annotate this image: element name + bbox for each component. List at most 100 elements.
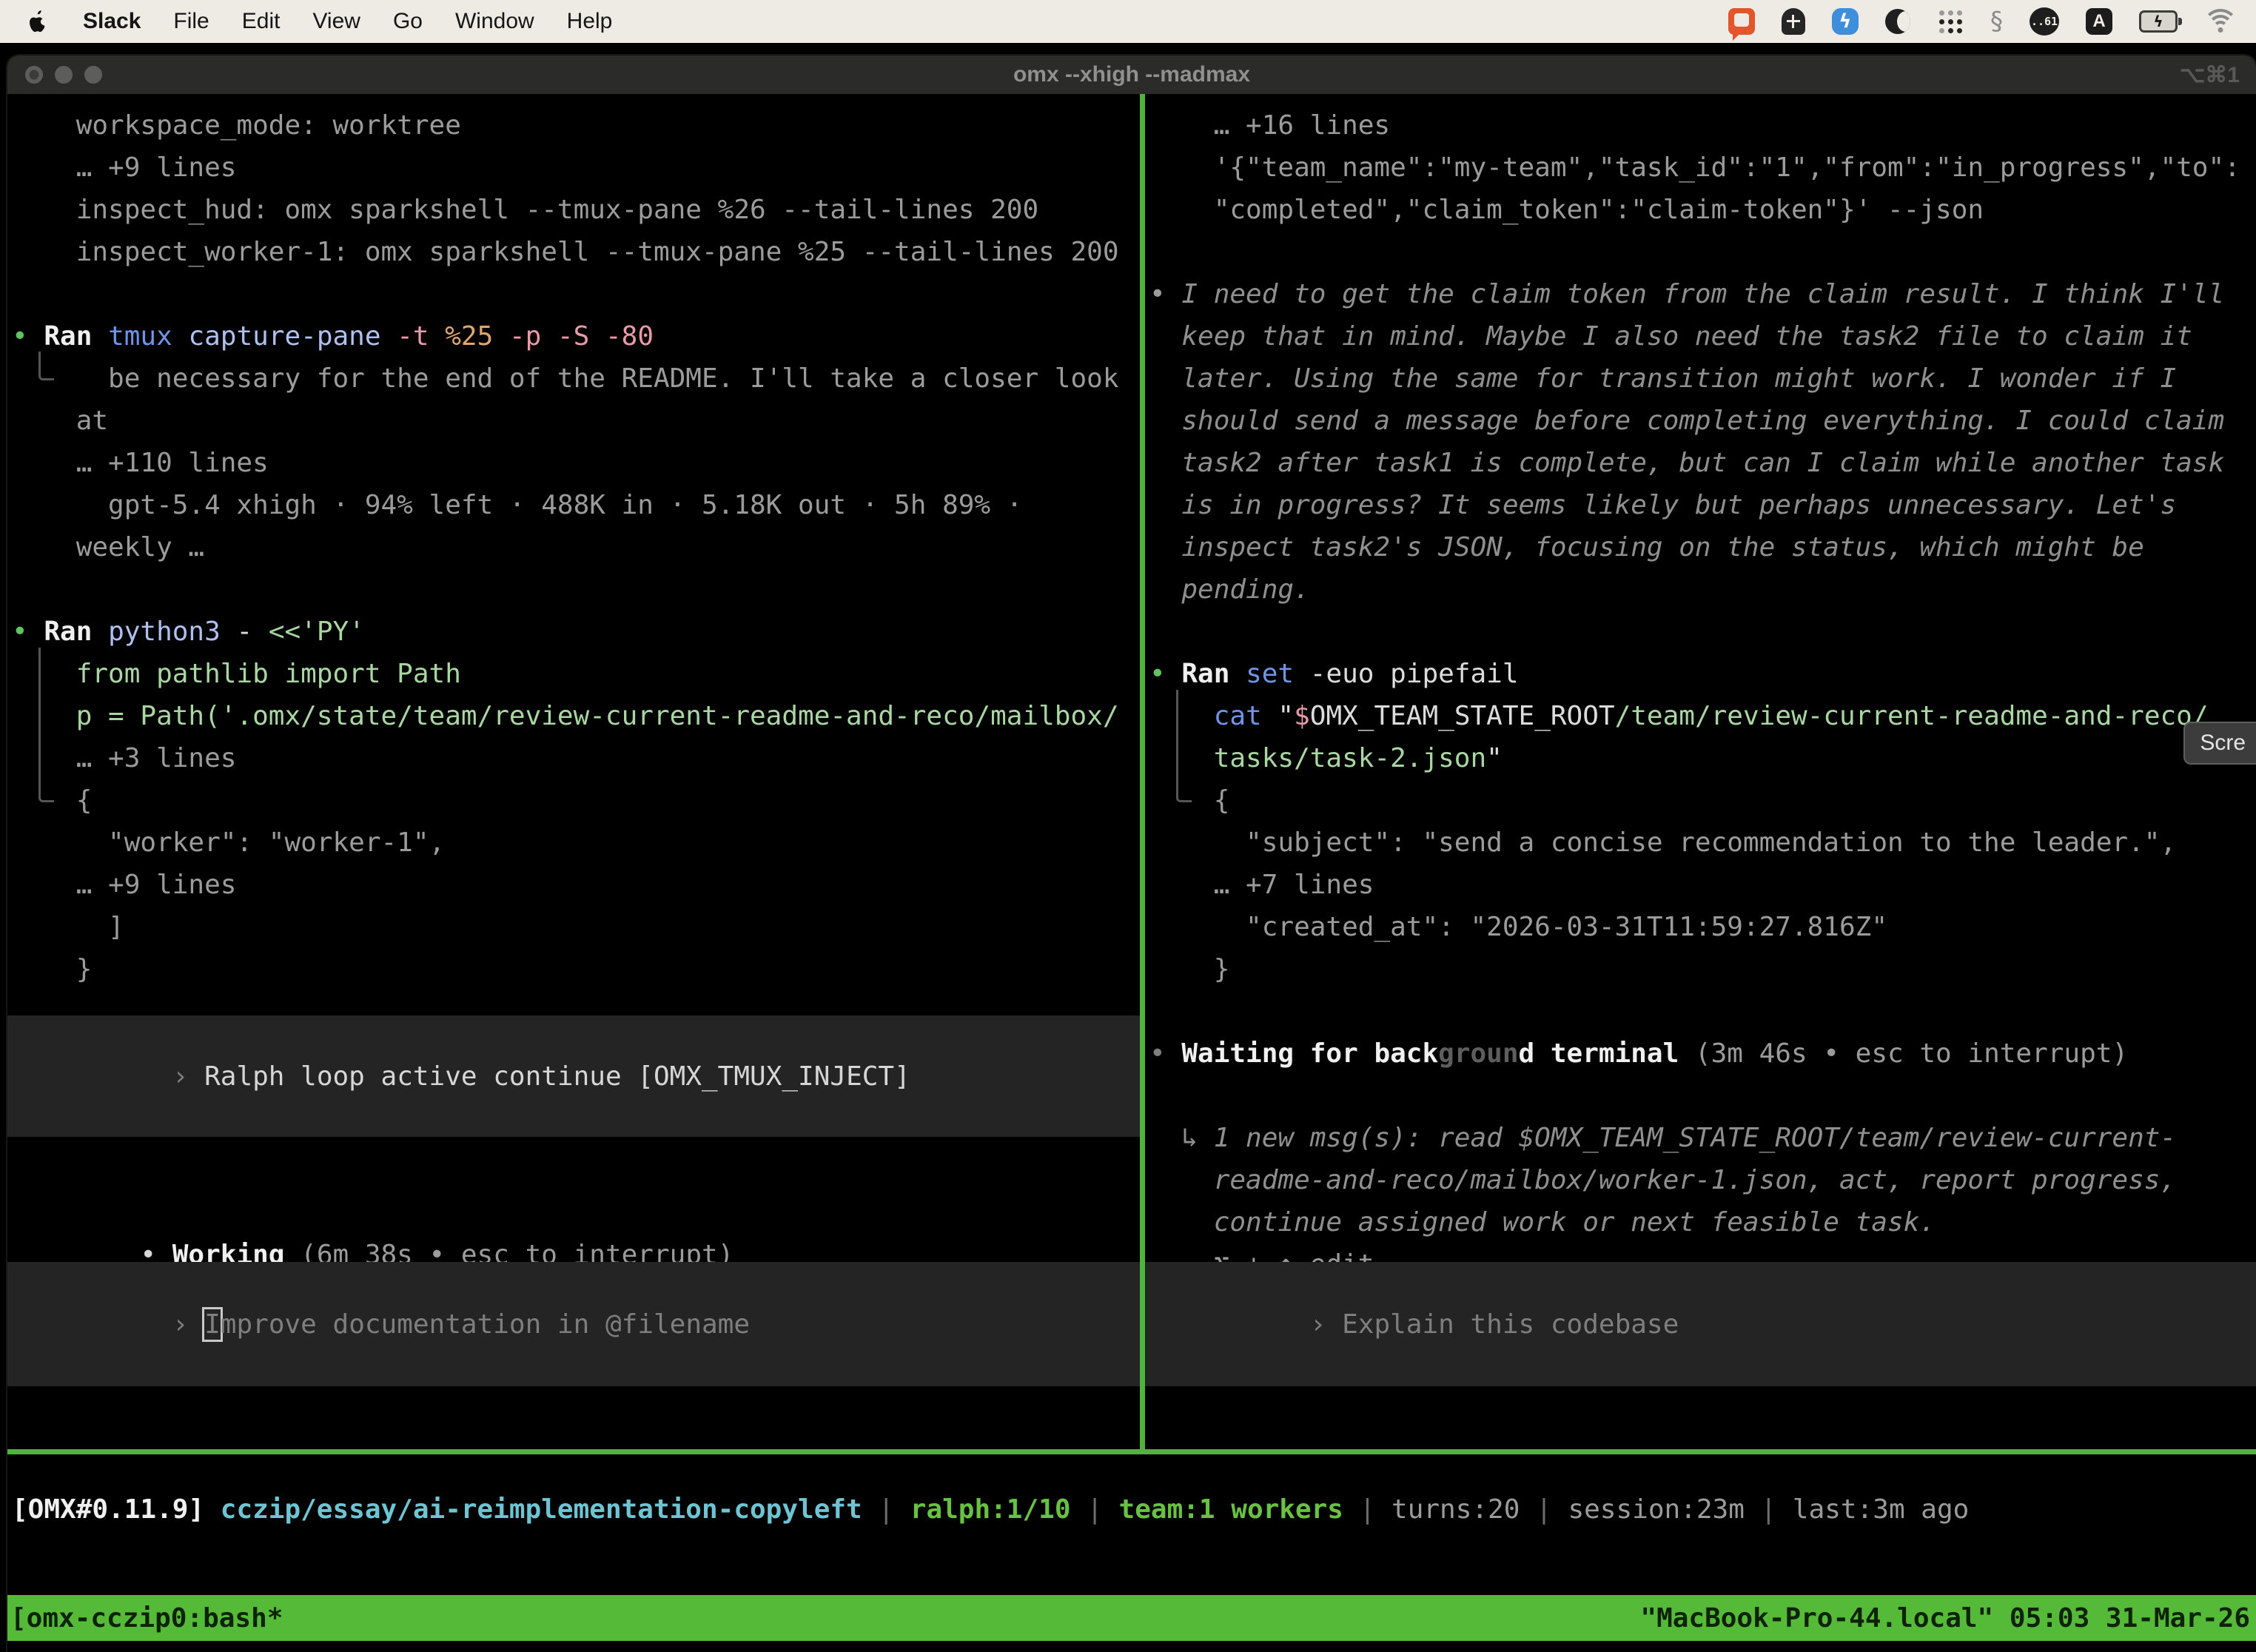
ralph-loop-bar: › Ralph loop active continue [OMX_TMUX_I… <box>7 1015 1140 1137</box>
minimize-button[interactable] <box>55 66 73 84</box>
pane-divider-horizontal[interactable] <box>7 1449 2256 1454</box>
terminal-line: weekly … <box>12 526 1140 568</box>
battery-percent-badge[interactable]: ..61 <box>2030 7 2059 36</box>
terminal-segment: | <box>1536 1494 1568 1525</box>
menu-view[interactable]: View <box>312 9 360 34</box>
battery-icon[interactable]: ϟ <box>2139 10 2178 33</box>
tmux-session-label[interactable]: [omx-cczip0:bash* <box>10 1603 283 1633</box>
app-menu-slack[interactable]: Slack <box>83 9 141 34</box>
terminal-segment: -p <box>509 321 557 352</box>
terminal-line: ] <box>12 906 1140 948</box>
terminal-segment: (3m 46s • esc to interrupt) <box>1695 1038 2128 1069</box>
terminal-segment: • <box>1149 1038 1181 1069</box>
terminal-segment: pending. <box>1149 574 1310 605</box>
terminal-segment: readme-and-reco/mailbox/worker-1.json, a… <box>1149 1165 2176 1195</box>
terminal-line: • I need to get the claim token from the… <box>1149 273 2256 315</box>
terminal-segment: … +110 lines <box>12 448 269 478</box>
terminal-segment: ralph:1/10 <box>910 1494 1087 1525</box>
terminal-segment: be necessary for the end of the README. … <box>12 363 1119 394</box>
terminal-segment: "subject": "send a concise recommendatio… <box>1149 827 2176 858</box>
terminal-segment: at <box>12 406 108 436</box>
left-pane-lines: workspace_mode: worktree … +9 lines insp… <box>12 104 1140 990</box>
output-connector <box>1176 690 1192 802</box>
terminal-line: continue assigned work or next feasible … <box>1149 1201 2256 1243</box>
terminal-line: "completed","claim_token":"claim-token"}… <box>1149 189 2256 231</box>
terminal-segment: | <box>878 1494 910 1525</box>
terminal-segment: turns:20 <box>1391 1494 1536 1525</box>
terminal-segment: task2 after task1 is complete, but can I… <box>1149 448 2224 478</box>
traffic-lights <box>7 66 102 84</box>
terminal-segment: inspect_hud: omx sparkshell --tmux-pane … <box>12 195 1038 225</box>
terminal-line: … +7 lines <box>1149 864 2256 906</box>
terminal-segment: '{"team_name":"my-team","task_id":"1","f… <box>1149 152 2240 183</box>
terminal-segment: -S <box>557 321 605 352</box>
window-title-bar[interactable]: omx --xhigh --madmax ⌥⌘1 <box>7 56 2256 94</box>
menu-help[interactable]: Help <box>567 9 613 34</box>
wifi-icon[interactable] <box>2204 9 2237 34</box>
terminal-line: "worker": "worker-1", <box>12 822 1140 864</box>
terminal-segment: • <box>1149 279 1181 309</box>
terminal-line: at <box>12 400 1140 442</box>
menu-file[interactable]: File <box>173 9 209 34</box>
ralph-loop-line: › Ralph loop active continue [OMX_TMUX_I… <box>7 1013 910 1140</box>
terminal-line: • Waiting for background terminal (3m 46… <box>1149 1032 2256 1075</box>
terminal-line: from pathlib import Path <box>12 653 1140 695</box>
squiggle-icon[interactable]: § <box>1990 7 2003 36</box>
terminal-segment: ↳ 1 new msg(s): read $OMX_TEAM_STATE_ROO… <box>1149 1123 2176 1153</box>
left-prompt-placeholder: mprove documentation in @filename <box>221 1309 750 1340</box>
dot-grid-icon[interactable] <box>1937 8 1964 35</box>
apple-menu-icon[interactable] <box>28 8 50 35</box>
menu-edit[interactable]: Edit <box>242 9 281 34</box>
keyboard-layout-badge[interactable]: A <box>2086 8 2112 35</box>
terminal-segment: -t <box>397 321 445 352</box>
terminal-segment: - <box>236 617 268 647</box>
terminal-line: … +9 lines <box>12 864 1140 906</box>
terminal-segment: • <box>12 617 44 647</box>
shield-icon[interactable] <box>1782 8 1805 35</box>
right-pane: … +16 lines '{"team_name":"my-team","tas… <box>1145 94 2256 1449</box>
zoom-button[interactable] <box>84 66 102 84</box>
terminal-segment: • <box>12 321 44 352</box>
terminal-segment: } <box>12 954 92 984</box>
menu-go[interactable]: Go <box>393 9 423 34</box>
terminal-segment: workspace_mode: worktree <box>12 110 461 141</box>
terminal-segment: "created_at": "2026-03-31T11:59:27.816Z" <box>1149 912 1887 942</box>
terminal-line: readme-and-reco/mailbox/worker-1.json, a… <box>1149 1159 2256 1201</box>
chat-app-icon[interactable] <box>1728 8 1755 35</box>
window-shortcut: ⌥⌘1 <box>2180 62 2240 88</box>
terminal-line <box>12 273 1140 315</box>
terminal-line: inspect_worker-1: omx sparkshell --tmux-… <box>12 231 1140 273</box>
terminal-line: be necessary for the end of the README. … <box>12 357 1140 400</box>
terminal-segment: session:23m <box>1568 1494 1760 1525</box>
text-cursor[interactable]: I <box>202 1307 223 1342</box>
terminal-segment: "completed","claim_token":"claim-token"}… <box>1149 195 1984 225</box>
terminal-line: workspace_mode: worktree <box>12 104 1140 147</box>
terminal-line: … +9 lines <box>12 147 1140 189</box>
terminal-line: • Ran tmux capture-pane -t %25 -p -S -80 <box>12 315 1140 357</box>
menu-bar-left: Slack File Edit View Go Window Help <box>0 8 645 35</box>
left-prompt-bar[interactable]: › Improve documentation in @filename <box>7 1262 1140 1386</box>
terminal-segment: groun <box>1438 1038 1518 1069</box>
terminal-segment: tasks/task-2.json <box>1149 743 1486 773</box>
moon-circle-icon[interactable] <box>1885 9 1910 34</box>
terminal-line: "subject": "send a concise recommendatio… <box>1149 822 2256 864</box>
terminal-segment: keep that in mind. Maybe I also need the… <box>1149 321 2192 352</box>
terminal-segment: • <box>1149 659 1181 689</box>
terminal-segment: | <box>1761 1494 1793 1525</box>
pane-divider-vertical[interactable] <box>1140 94 1145 1454</box>
terminal-line: pending. <box>1149 568 2256 611</box>
terminal-segment: … +9 lines <box>12 870 236 900</box>
close-button[interactable] <box>25 66 43 84</box>
bolt-badge-icon[interactable]: ϟ <box>1832 8 1859 35</box>
menu-window[interactable]: Window <box>455 9 534 34</box>
terminal-line: task2 after task1 is complete, but can I… <box>1149 442 2256 484</box>
right-prompt-bar[interactable]: › Explain this codebase <box>1145 1262 2256 1386</box>
terminal-segment: is in progress? It seems likely but perh… <box>1149 490 2176 520</box>
terminal-segment: <<'PY' <box>269 617 365 647</box>
terminal-segment: Ran <box>44 321 108 352</box>
terminal-segment: Waiting for back <box>1181 1038 1438 1069</box>
terminal-segment: inspect task2's JSON, focusing on the st… <box>1149 532 2144 563</box>
terminal-segment: -80 <box>605 321 654 352</box>
terminal-segment: from pathlib import Path <box>12 659 461 689</box>
left-model-status: gpt-5.4 xhigh · essay/ai-reimplementatio… <box>44 1402 1140 1444</box>
